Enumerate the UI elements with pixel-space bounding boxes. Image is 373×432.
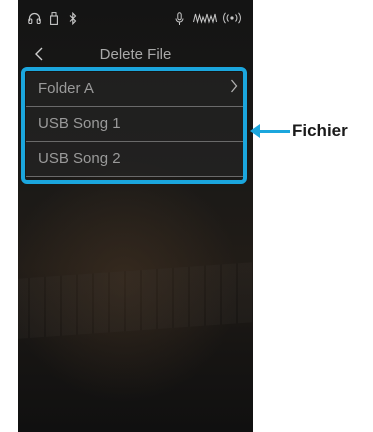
callout-arrow-icon xyxy=(250,124,260,138)
callout-label: Fichier xyxy=(292,121,348,140)
microphone-icon xyxy=(175,12,184,30)
page-title: Delete File xyxy=(99,46,172,63)
wireless-icon xyxy=(221,12,243,28)
piano-background xyxy=(18,259,253,341)
highlight-box xyxy=(21,67,247,184)
callout-line xyxy=(256,130,290,133)
headphones-icon xyxy=(28,12,41,28)
usb-icon xyxy=(50,12,58,29)
audio-wave-icon xyxy=(193,12,217,28)
nav-bar: Delete File xyxy=(18,42,253,70)
status-bar xyxy=(18,6,253,28)
device-screen: Delete File Folder A USB Song 1 USB Song… xyxy=(18,0,253,432)
bluetooth-icon xyxy=(69,11,77,29)
